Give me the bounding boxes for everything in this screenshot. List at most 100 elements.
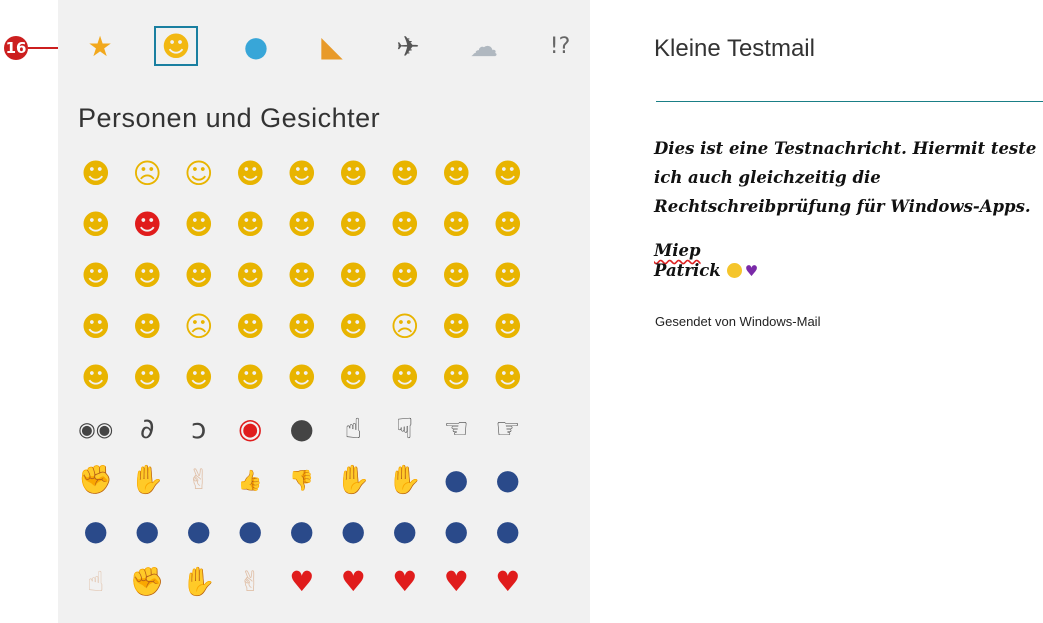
section-title: Personen und Gesichter: [78, 103, 381, 133]
emoji-grid: ☻ ☹ ☺ ☻ ☻ ☻ ☻ ☻ ☻ ☻ ☻ ☻ ☻ ☻ ☻ ☻ ☻ ☻ ☻ ☻ ☻ ☻ ☻ ☻ ☻ ☻ ☻ ☻ ☻ ☹ ☻ ☻ ☻ ☹ ☻ ☻ ☻ ☻ ☻ ☻…: [70, 148, 550, 607]
emoji-item[interactable]: 👍: [225, 454, 277, 505]
emoji-item[interactable]: ●: [276, 505, 328, 556]
emoji-item[interactable]: ☻: [379, 148, 431, 199]
emoji-item[interactable]: ●: [276, 403, 328, 454]
emoji-item[interactable]: ☞: [482, 403, 534, 454]
emoji-item[interactable]: ☻: [482, 148, 534, 199]
emoji-item[interactable]: ☻: [122, 250, 174, 301]
emoji-item[interactable]: ♥: [379, 556, 431, 607]
emoji-item[interactable]: ✋: [379, 454, 431, 505]
emoji-item[interactable]: ●: [482, 454, 534, 505]
emoji-item[interactable]: ●: [122, 505, 174, 556]
wink-smiley-icon: [726, 263, 742, 278]
emoji-item[interactable]: ☻: [328, 352, 380, 403]
emoji-item[interactable]: ☻: [276, 199, 328, 250]
emoji-item[interactable]: ☻: [431, 352, 483, 403]
emoji-item[interactable]: ☻: [225, 301, 277, 352]
emoji-item[interactable]: ☻: [328, 199, 380, 250]
emoji-item[interactable]: ☻: [70, 148, 122, 199]
emoji-panel: ★ ☻ ● ◣ ✈ ☁ !? Personen und Gesichter ☻ ☹…: [58, 0, 590, 623]
emoji-item[interactable]: ☻: [122, 352, 174, 403]
emoji-item[interactable]: ☹: [122, 148, 174, 199]
category-weather-icon[interactable]: ☁: [462, 26, 506, 66]
emoji-item[interactable]: 👎: [276, 454, 328, 505]
emoji-item[interactable]: ✌: [225, 556, 277, 607]
emoji-item[interactable]: ☻: [328, 301, 380, 352]
emoji-item[interactable]: ✋: [328, 454, 380, 505]
emoji-item[interactable]: ◉◉: [70, 403, 122, 454]
emoji-item[interactable]: ☻: [431, 199, 483, 250]
emoji-item[interactable]: ✌: [173, 454, 225, 505]
emoji-item[interactable]: ◉: [225, 403, 277, 454]
category-symbols-icon[interactable]: !?: [538, 26, 582, 66]
emoji-item[interactable]: ●: [379, 505, 431, 556]
emoji-item[interactable]: ☻: [70, 199, 122, 250]
emoji-item[interactable]: ☺: [173, 148, 225, 199]
emoji-item[interactable]: ☹: [379, 301, 431, 352]
mail-subject[interactable]: Kleine Testmail: [654, 35, 815, 63]
emoji-item[interactable]: ☻: [70, 352, 122, 403]
mail-body-text[interactable]: Dies ist eine Testnachricht. Hiermit tes…: [654, 134, 1039, 221]
emoji-item[interactable]: ☻: [276, 148, 328, 199]
emoji-item[interactable]: ☻: [70, 250, 122, 301]
emoji-item[interactable]: ☹: [173, 301, 225, 352]
emoji-item[interactable]: ☻: [379, 352, 431, 403]
signature-line-1: Miep: [654, 241, 701, 260]
emoji-item[interactable]: ☻: [328, 148, 380, 199]
emoji-item[interactable]: ☟: [379, 403, 431, 454]
emoji-item[interactable]: ☻: [482, 250, 534, 301]
emoji-item[interactable]: ●: [173, 505, 225, 556]
emoji-item[interactable]: ☻: [328, 250, 380, 301]
category-travel-icon[interactable]: ✈: [386, 26, 430, 66]
emoji-item[interactable]: ✋: [122, 454, 174, 505]
signature-name: Patrick: [654, 261, 721, 280]
emoji-item[interactable]: ☻: [276, 301, 328, 352]
emoji-item[interactable]: ✊: [70, 454, 122, 505]
mail-signature[interactable]: Miep Patrick ♥: [654, 241, 758, 281]
emoji-item[interactable]: ☻: [70, 301, 122, 352]
emoji-item[interactable]: ☜: [431, 403, 483, 454]
emoji-item[interactable]: ☻: [431, 148, 483, 199]
category-star-icon[interactable]: ★: [78, 26, 122, 66]
emoji-item[interactable]: ✊: [122, 556, 174, 607]
mail-footer: Gesendet von Windows-Mail: [655, 314, 821, 329]
emoji-item[interactable]: ☻: [379, 199, 431, 250]
emoji-item[interactable]: ☻: [379, 250, 431, 301]
emoji-item[interactable]: ♥: [276, 556, 328, 607]
emoji-item[interactable]: ☻: [482, 352, 534, 403]
emoji-item[interactable]: ♥: [482, 556, 534, 607]
emoji-item[interactable]: ☻: [482, 199, 534, 250]
emoji-item[interactable]: ☻: [173, 352, 225, 403]
emoji-item[interactable]: ♥: [431, 556, 483, 607]
category-balloon-icon[interactable]: ●: [234, 26, 278, 66]
emoji-item[interactable]: ☻: [431, 250, 483, 301]
emoji-item[interactable]: ∂: [122, 403, 174, 454]
emoji-item[interactable]: ☻: [431, 301, 483, 352]
emoji-item[interactable]: ☻: [276, 352, 328, 403]
emoji-item[interactable]: ☻: [482, 301, 534, 352]
emoji-item[interactable]: ●: [482, 505, 534, 556]
emoji-item[interactable]: ●: [225, 505, 277, 556]
emoji-item[interactable]: ☻: [225, 250, 277, 301]
emoji-item[interactable]: ☻: [225, 199, 277, 250]
emoji-item[interactable]: ☝: [70, 556, 122, 607]
emoji-item[interactable]: ●: [431, 505, 483, 556]
emoji-item[interactable]: ↄ: [173, 403, 225, 454]
emoji-item[interactable]: ✋: [173, 556, 225, 607]
emoji-item[interactable]: ☝: [328, 403, 380, 454]
emoji-item[interactable]: ☻: [122, 199, 174, 250]
category-smiley-icon[interactable]: ☻: [154, 26, 198, 66]
emoji-item[interactable]: ●: [431, 454, 483, 505]
emoji-item[interactable]: ●: [328, 505, 380, 556]
emoji-item[interactable]: ☻: [122, 301, 174, 352]
category-food-icon[interactable]: ◣: [310, 26, 354, 66]
emoji-item[interactable]: ☻: [173, 250, 225, 301]
emoji-item[interactable]: ☻: [276, 250, 328, 301]
signature-line-2: Patrick ♥: [654, 261, 758, 281]
callout-number-badge: 16: [4, 36, 28, 60]
emoji-item[interactable]: ☻: [225, 148, 277, 199]
emoji-item[interactable]: ●: [70, 505, 122, 556]
emoji-item[interactable]: ♥: [328, 556, 380, 607]
emoji-item[interactable]: ☻: [225, 352, 277, 403]
emoji-item[interactable]: ☻: [173, 199, 225, 250]
